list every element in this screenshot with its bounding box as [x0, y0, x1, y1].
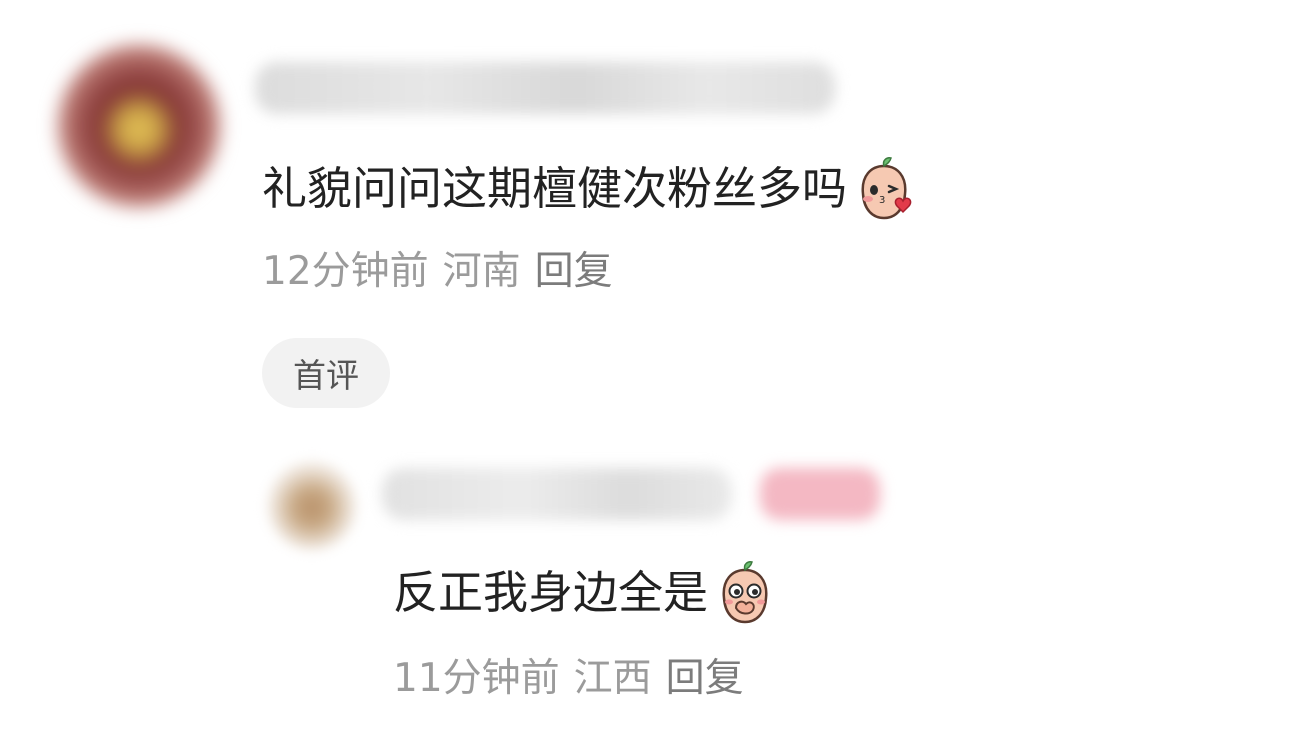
reply-button[interactable]: 回复	[535, 249, 613, 294]
comment-body[interactable]: 礼貌问问这期檀健次粉丝多吗 3	[262, 154, 919, 224]
reply-body[interactable]: 反正我身边全是	[393, 558, 780, 628]
svg-text:3: 3	[879, 195, 885, 206]
covering-mouth-peach-icon	[722, 561, 768, 624]
comment-text: 礼貌问问这期檀健次粉丝多吗	[262, 162, 848, 215]
reply-user-badge-blurred	[760, 468, 880, 520]
username-blurred[interactable]	[255, 62, 835, 114]
user-avatar[interactable]	[58, 45, 220, 207]
reply-user-avatar[interactable]	[268, 462, 356, 550]
comment-thread: 礼貌问问这期檀健次粉丝多吗 3 12分钟前 河南 回复 首评 反正我身边全是 1…	[0, 0, 1290, 746]
reply-text: 反正我身边全是	[393, 566, 709, 619]
comment-location: 河南	[442, 249, 521, 294]
reply-meta: 11分钟前 江西 回复	[393, 655, 758, 703]
comment-time: 12分钟前	[262, 249, 429, 294]
reply-time: 11分钟前	[393, 656, 560, 701]
first-comment-badge: 首评	[262, 338, 390, 408]
comment-meta: 12分钟前 河南 回复	[262, 248, 627, 296]
kiss-heart-peach-icon: 3	[861, 157, 912, 220]
reply-button[interactable]: 回复	[666, 656, 744, 701]
reply-location: 江西	[573, 656, 652, 701]
reply-username-blurred[interactable]	[382, 468, 732, 520]
